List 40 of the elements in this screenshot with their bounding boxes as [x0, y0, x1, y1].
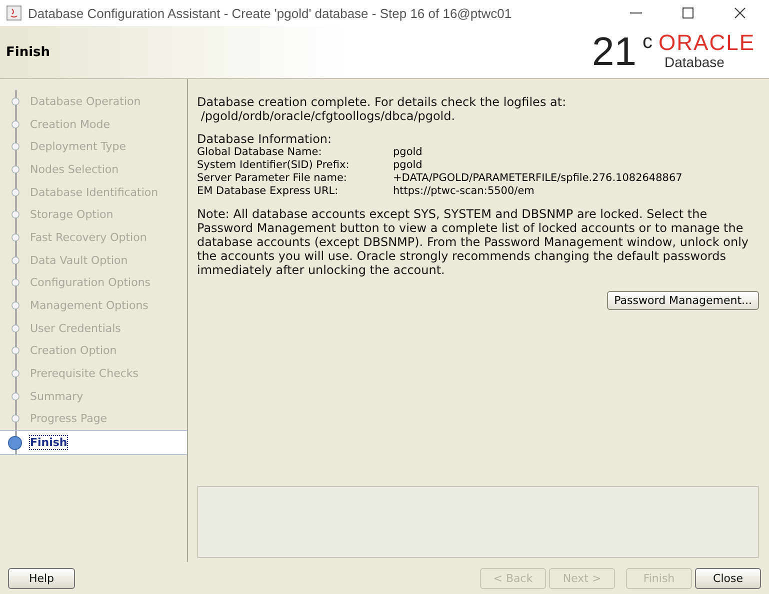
password-management-button[interactable]: Password Management... [607, 291, 759, 310]
maximize-icon[interactable] [681, 6, 695, 20]
info-value: pgold [393, 159, 424, 172]
version-suffix: c [642, 32, 653, 52]
wizard-button[interactable]: Close [695, 568, 761, 588]
step-label[interactable]: Summary [30, 390, 84, 403]
info-heading: Database Information: [197, 132, 333, 146]
info-label: EM Database Express URL: [197, 185, 340, 198]
note-text: Note: All database accounts except SYS, SYSTEM and DBSNMP are locked. Select the Password Management button to view a complete list of locked accounts or to manage the database accounts (except DBSNMP). From the Password Management window, unlock only the accounts you will use. Oracle strongly recommends changing the default passwords immediately after unlocking the account. [197, 207, 750, 277]
info-value: +DATA/PGOLD/PARAMETERFILE/spfile.276.1082648867 [393, 172, 684, 185]
step-label[interactable]: Database Identification [30, 186, 158, 199]
brand-name: ORACLE [658, 32, 755, 54]
step-label[interactable]: Nodes Selection [30, 162, 119, 176]
java-icon [6, 5, 22, 21]
step-label[interactable]: Storage Option [30, 208, 114, 222]
info-value: https://ptwc-scan:5500/em [393, 185, 536, 198]
step-label[interactable]: Configuration Options [30, 276, 151, 290]
step-label[interactable]: Data Vault Option [30, 254, 128, 267]
info-label: Global Database Name: [197, 146, 323, 159]
step-label[interactable]: Creation Mode [30, 118, 110, 131]
product-name: Database [664, 54, 726, 70]
info-value: pgold [393, 146, 424, 159]
step-label[interactable]: Progress Page [30, 412, 108, 426]
step-label[interactable]: Deployment Type [30, 140, 126, 154]
info-label: Server Parameter File name: [197, 172, 348, 185]
info-label: System Identifier(SID) Prefix: [197, 159, 350, 172]
step-label[interactable]: Prerequisite Checks [30, 367, 138, 380]
page-title: Finish [6, 44, 52, 60]
step-label[interactable]: Database Operation [30, 94, 141, 108]
help-button[interactable]: Help [8, 568, 75, 588]
step-label[interactable]: User Credentials [30, 322, 121, 335]
window-title: Database Configuration Assistant - Create 'pgold' database - Step 16 of 16@ptwc01 [28, 6, 513, 20]
step-label[interactable]: Fast Recovery Option [30, 230, 147, 244]
log-path: /pgold/ordb/oracle/cfgtoollogs/dbca/pgold. [200, 109, 456, 123]
step-label[interactable]: Finish [30, 436, 68, 450]
completion-message: Database creation complete. For details check the logfiles at: [197, 95, 568, 109]
step-label[interactable]: Creation Option [30, 344, 117, 358]
close-icon[interactable] [733, 6, 747, 20]
version-number: 21 [592, 32, 637, 72]
step-label[interactable]: Management Options [30, 299, 148, 312]
